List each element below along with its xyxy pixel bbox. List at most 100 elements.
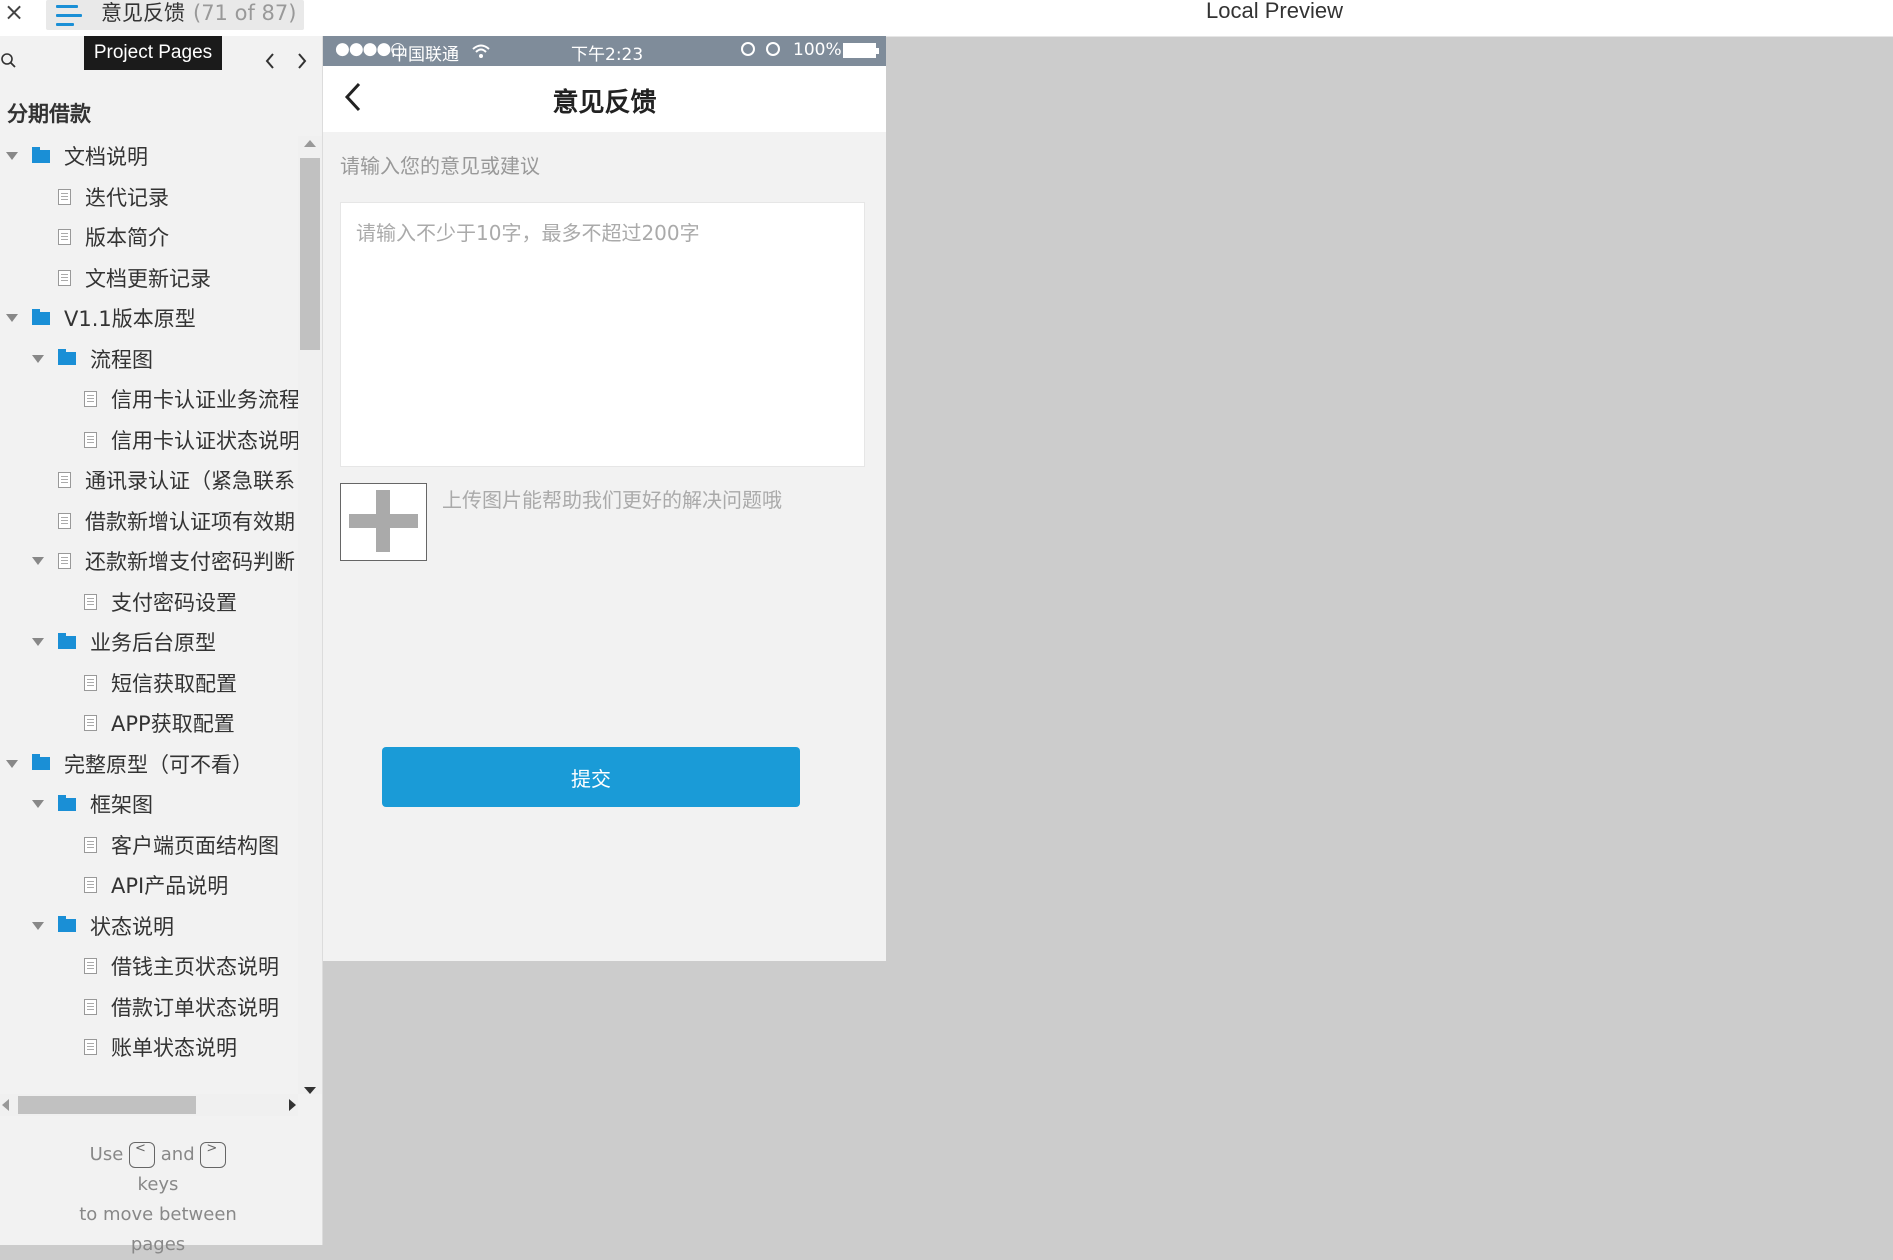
page-icon [84, 593, 97, 610]
plus-icon [376, 490, 390, 552]
expand-arrow-icon[interactable] [32, 800, 44, 808]
hint-and: and [160, 1144, 195, 1165]
tree-item-label: 借款订单状态说明 [111, 995, 279, 1020]
expand-arrow-icon[interactable] [32, 638, 44, 646]
nav-bar: 意见反馈 [323, 66, 886, 132]
expand-arrow-icon[interactable] [32, 354, 44, 363]
tree-page[interactable]: 信用卡认证业务流程 [58, 379, 298, 419]
local-preview-label: Local Preview [1206, 0, 1343, 23]
status-bar: ●●●●○ 中国联通 下午2:23 100% [323, 36, 886, 66]
tree-page[interactable]: 版本简介 [32, 217, 169, 257]
page-icon [58, 553, 71, 569]
tree-item-label: 流程图 [90, 347, 153, 372]
tree-item-label: API产品说明 [111, 874, 229, 898]
submit-button[interactable]: 提交 [382, 747, 800, 807]
expand-arrow-icon[interactable] [32, 921, 44, 930]
previous-page-icon[interactable] [262, 50, 278, 72]
top-bar: × 意见反馈 (71 of 87) Local Preview [0, 0, 1893, 37]
hint-line2: keys [137, 1174, 179, 1195]
tree-item-label: 信用卡认证业务流程 [111, 388, 298, 412]
page-count: (71 of 87) [193, 1, 297, 25]
expand-arrow-icon[interactable] [6, 152, 18, 160]
page-title-text: 意见反馈 [101, 1, 185, 25]
page-icon [84, 877, 97, 893]
current-page-selector[interactable]: 意见反馈 (71 of 87) [46, 0, 304, 30]
upload-hint: 上传图片能帮助我们更好的解决问题哦 [442, 488, 782, 512]
scrollbar-thumb[interactable] [18, 1096, 196, 1114]
tree-folder[interactable]: V1.1版本原型 [6, 298, 196, 338]
battery-icon [843, 43, 879, 58]
tree-folder[interactable]: 完整原型（可不看） [6, 744, 253, 784]
scroll-left-icon[interactable] [2, 1099, 9, 1111]
tree-page[interactable]: 文档更新记录 [32, 258, 211, 298]
close-icon[interactable]: × [4, 0, 24, 26]
rotation-lock-icon [741, 42, 755, 56]
page-icon [84, 958, 97, 974]
battery-percent: 100% [793, 40, 842, 60]
folder-icon [32, 146, 50, 163]
folder-icon [58, 349, 76, 365]
tree-item-label: 还款新增支付密码判断 [85, 550, 295, 574]
tree-page[interactable]: 借款订单状态说明 [58, 987, 279, 1027]
tree-item-label: V1.1版本原型 [64, 307, 196, 331]
tree-page[interactable]: 借款新增认证项有效期 [32, 501, 295, 541]
tree-item-label: 账单状态说明 [111, 1036, 237, 1060]
tree-page[interactable]: 还款新增支付密码判断 [32, 541, 295, 581]
page-icon [58, 229, 71, 245]
next-page-icon[interactable] [294, 50, 310, 72]
folder-icon [58, 794, 76, 811]
horizontal-scrollbar[interactable] [0, 1094, 298, 1116]
tree-folder[interactable]: 框架图 [32, 784, 153, 824]
feedback-input[interactable] [340, 202, 865, 467]
tree-page[interactable]: 账单状态说明 [58, 1027, 237, 1067]
tree-page[interactable]: APP获取配置 [58, 703, 235, 743]
tree-item-label: 业务后台原型 [90, 631, 216, 655]
page-icon [84, 391, 97, 407]
hint-line3: to move between [79, 1204, 237, 1225]
scroll-right-icon[interactable] [289, 1099, 296, 1111]
tree-page[interactable]: 迭代记录 [32, 177, 169, 217]
tree-item-label: 状态说明 [90, 914, 174, 939]
tree-item-label: 完整原型（可不看） [64, 752, 253, 777]
folder-icon [58, 632, 76, 649]
sidebar: Project Pages 分期借款 文档说明 迭代记录 版本简介 文档更新记录 V1.… [0, 36, 323, 1255]
tree-page[interactable]: 短信获取配置 [58, 663, 237, 703]
page-icon [58, 472, 71, 488]
expand-arrow-icon[interactable] [6, 759, 18, 768]
tooltip: Project Pages [84, 36, 222, 70]
tree-item-label: 通讯录认证（紧急联系 [85, 469, 295, 493]
tree-folder[interactable]: 流程图 [32, 339, 153, 379]
tree-item-label: 信用卡认证状态说明 [111, 428, 298, 453]
scroll-down-icon[interactable] [304, 1087, 316, 1094]
hint-line4: pages [130, 1234, 186, 1255]
status-time: 下午2:23 [571, 45, 644, 65]
tree-page[interactable]: 信用卡认证状态说明 [58, 420, 298, 460]
alarm-icon [766, 42, 780, 56]
expand-arrow-icon[interactable] [32, 557, 44, 565]
phone-preview: ●●●●○ 中国联通 下午2:23 100% 意见反馈 请输入您的意见或建议 上… [323, 36, 886, 961]
tree-folder[interactable]: 状态说明 [32, 906, 174, 946]
scroll-up-icon[interactable] [304, 140, 316, 147]
folder-icon [58, 916, 76, 932]
upload-image-button[interactable] [340, 483, 427, 561]
tree-page[interactable]: 支付密码设置 [58, 582, 237, 622]
page-icon [58, 188, 71, 205]
folder-icon [32, 308, 50, 325]
menu-icon[interactable] [56, 5, 82, 27]
tree-page[interactable]: 客户端页面结构图 [58, 825, 279, 865]
scrollbar-thumb[interactable] [300, 158, 320, 350]
tree-item-label: 借钱主页状态说明 [111, 955, 279, 979]
page-icon [84, 998, 97, 1015]
tree-page[interactable]: 借钱主页状态说明 [58, 946, 279, 986]
search-icon[interactable] [0, 52, 18, 70]
tree-folder[interactable]: 业务后台原型 [32, 622, 216, 662]
expand-arrow-icon[interactable] [6, 314, 18, 322]
tree-item-label: 借款新增认证项有效期 [85, 509, 295, 534]
carrier-name: 中国联通 [391, 45, 459, 65]
tree-page[interactable]: API产品说明 [58, 865, 228, 905]
tree-item-label: 客户端页面结构图 [111, 833, 279, 858]
tree-folder[interactable]: 文档说明 [6, 136, 148, 176]
tree-page[interactable]: 通讯录认证（紧急联系 [32, 460, 295, 500]
vertical-scrollbar[interactable] [298, 136, 322, 1094]
page-icon [84, 674, 97, 691]
